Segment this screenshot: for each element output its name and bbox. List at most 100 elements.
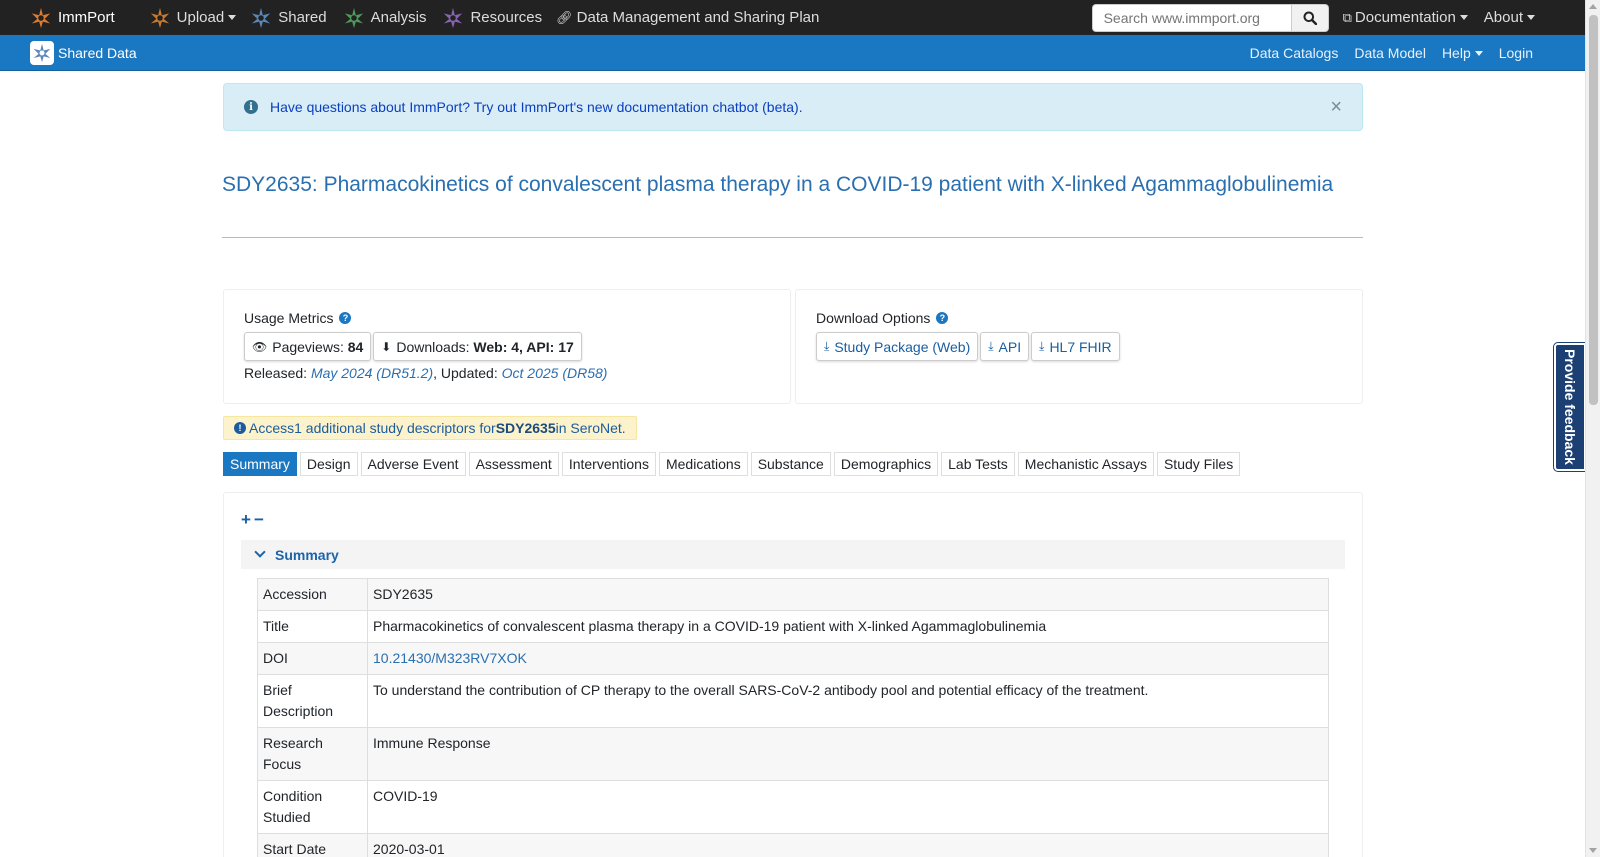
downloads-label: Downloads: [396, 338, 470, 355]
row-value: Immune Response [367, 727, 1329, 781]
tab-demographics[interactable]: Demographics [833, 452, 939, 476]
nav-dmsp[interactable]: 🔗︎ Data Management and Sharing Plan [556, 9, 819, 26]
released-label: Released: [244, 365, 308, 381]
help-icon[interactable]: ? [339, 312, 352, 324]
tab-assessment[interactable]: Assessment [468, 452, 559, 476]
row-key: Title [257, 610, 368, 643]
tab-lab-tests[interactable]: Lab Tests [941, 452, 1015, 476]
download-icon: ⤓ [824, 339, 830, 353]
info-icon: i [244, 100, 258, 114]
nav-analysis[interactable]: Analysis [343, 7, 427, 29]
nav-upload[interactable]: Upload [149, 7, 237, 29]
search-input[interactable] [1091, 3, 1292, 32]
tab-substance[interactable]: Substance [750, 452, 831, 476]
downloads-badge: ⬇︎ Downloads: Web: 4, API: 17 [373, 332, 582, 361]
book-icon: ⧉ [1342, 9, 1352, 25]
download-buttons: ⤓ Study Package (Web) ⤓ API ⤓ HL7 FHIR [816, 332, 1122, 361]
summary-accordion-header[interactable]: Summary [241, 540, 1345, 569]
immport-home-link[interactable]: ImmPort [30, 7, 115, 29]
scroll-down-icon[interactable] [1589, 848, 1597, 853]
shared-data-logo-icon [30, 40, 54, 65]
chevron-down-icon [228, 15, 237, 20]
alert-text[interactable]: Have questions about ImmPort? Try out Im… [270, 99, 803, 115]
download-options-heading: Download Options ? [816, 310, 949, 326]
summary-table: Accession SDY2635 Title Pharmacokinetics… [257, 578, 1329, 857]
summary-heading: Summary [275, 546, 339, 563]
help-icon[interactable]: ? [936, 312, 949, 324]
eye-icon: 👁︎ [252, 339, 268, 354]
table-row: Condition Studied COVID-19 [257, 780, 1329, 834]
nav-about[interactable]: About [1484, 9, 1535, 26]
tab-design[interactable]: Design [299, 452, 358, 476]
study-package-label: Study Package (Web) [834, 338, 971, 355]
fhir-label: HL7 FHIR [1049, 338, 1112, 355]
fhir-button[interactable]: ⤓ HL7 FHIR [1031, 332, 1120, 361]
page-scrollbar[interactable] [1585, 0, 1600, 857]
api-button[interactable]: ⤓ API [980, 332, 1030, 361]
nav-shared[interactable]: Shared [250, 7, 327, 29]
row-value: Pharmacokinetics of convalescent plasma … [367, 610, 1329, 643]
upload-star-icon [150, 7, 169, 28]
study-package-button[interactable]: ⤓ Study Package (Web) [816, 332, 979, 361]
top-navbar: ImmPort Upload Shared Analysis Resources… [0, 0, 1585, 35]
download-options-panel: Download Options ? ⤓ Study Package (Web) … [795, 289, 1363, 404]
tab-study-files[interactable]: Study Files [1156, 452, 1241, 476]
chatbot-alert: i Have questions about ImmPort? Try out … [223, 83, 1363, 131]
row-value: 10.21430/M323RV7XOK [367, 642, 1329, 675]
doi-link[interactable]: 10.21430/M323RV7XOK [373, 650, 527, 666]
nav-documentation-label: Documentation [1354, 9, 1456, 26]
nav-upload-label: Upload [176, 9, 225, 26]
nav-help[interactable]: Help [1442, 45, 1483, 61]
download-icon: ⤓ [988, 339, 994, 353]
table-row: Title Pharmacokinetics of convalescent p… [257, 610, 1329, 643]
collapse-all-icon[interactable]: − [254, 510, 264, 530]
immport-logo-icon [31, 7, 51, 28]
nav-resources[interactable]: Resources [442, 7, 542, 29]
nav-dmsp-label: Data Management and Sharing Plan [576, 9, 820, 26]
table-row: Research Focus Immune Response [257, 727, 1329, 781]
download-options-label: Download Options [816, 310, 931, 326]
shared-data-home-link[interactable]: Shared Data [30, 40, 137, 65]
tab-summary[interactable]: Summary [223, 452, 297, 476]
usage-metrics-heading: Usage Metrics ? [244, 310, 352, 326]
top-navbar-right: ⧉ Documentation About [1091, 0, 1585, 35]
search-button[interactable] [1291, 3, 1329, 32]
row-key: Brief Description [257, 674, 368, 728]
tab-adverse-event[interactable]: Adverse Event [360, 452, 466, 476]
api-label: API [998, 338, 1022, 355]
chevron-down-icon [254, 546, 266, 558]
row-value: SDY2635 [367, 578, 1329, 611]
table-row: Brief Description To understand the cont… [257, 674, 1329, 728]
resources-star-icon [444, 7, 463, 28]
scrollbar-thumb[interactable] [1589, 15, 1598, 405]
row-key: Condition Studied [257, 780, 368, 834]
release-info: Released: May 2024 (DR51.2), Updated: Oc… [244, 365, 607, 381]
row-key: Start Date [257, 833, 368, 857]
table-row: Accession SDY2635 [257, 578, 1329, 611]
chevron-down-icon [1459, 15, 1468, 20]
nav-login[interactable]: Login [1499, 45, 1533, 61]
nav-documentation[interactable]: ⧉ Documentation [1343, 9, 1468, 26]
nav-analysis-label: Analysis [370, 9, 427, 26]
expand-all-icon[interactable]: + [241, 510, 251, 530]
shared-data-navbar-right: Data Catalogs Data Model Help Login [1250, 35, 1585, 71]
nav-resources-label: Resources [470, 9, 543, 26]
scroll-up-icon[interactable] [1589, 4, 1597, 9]
pageviews-label: Pageviews: [272, 338, 344, 355]
chevron-down-icon [1527, 15, 1535, 20]
released-link[interactable]: May 2024 (DR51.2) [311, 365, 433, 381]
tab-mechanistic-assays[interactable]: Mechanistic Assays [1017, 452, 1154, 476]
tab-interventions[interactable]: Interventions [561, 452, 656, 476]
shared-data-label: Shared Data [58, 44, 137, 61]
row-value: 2020-03-01 [367, 833, 1329, 857]
search-icon [1303, 11, 1317, 25]
analysis-star-icon [344, 7, 363, 28]
nav-data-catalogs[interactable]: Data Catalogs [1250, 45, 1339, 61]
tab-medications[interactable]: Medications [658, 452, 748, 476]
close-icon[interactable]: × [1330, 96, 1342, 119]
table-row: Start Date 2020-03-01 [257, 833, 1329, 857]
seronet-notice[interactable]: ! Access1 additional study descriptors f… [223, 416, 637, 440]
updated-link[interactable]: Oct 2025 (DR58) [502, 365, 608, 381]
nav-data-model[interactable]: Data Model [1354, 45, 1426, 61]
provide-feedback-button[interactable]: Provide feedback [1554, 343, 1586, 471]
